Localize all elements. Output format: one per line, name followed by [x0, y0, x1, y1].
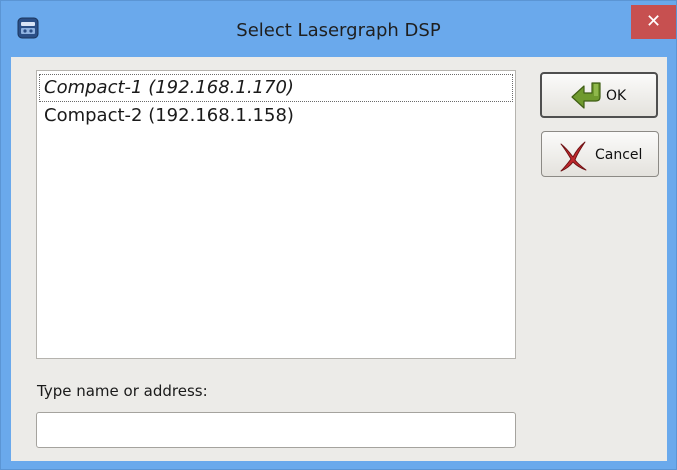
title-bar[interactable]: Select Lasergraph DSP ✕ [1, 1, 676, 57]
cancel-button[interactable]: Cancel [541, 131, 659, 177]
ok-button[interactable]: OK [540, 72, 658, 118]
close-button[interactable]: ✕ [631, 5, 676, 39]
list-item-device-2[interactable]: Compact-2 (192.168.1.158) [39, 102, 513, 130]
dialog-window: Select Lasergraph DSP ✕ Compact-1 (192.1… [0, 0, 677, 470]
address-field-label: Type name or address: [37, 382, 208, 400]
green-arrow-icon [570, 81, 606, 115]
ok-label: OK [606, 88, 627, 104]
dialog-body: Compact-1 (192.168.1.170) Compact-2 (192… [11, 57, 667, 461]
address-input[interactable] [36, 412, 516, 448]
device-list[interactable]: Compact-1 (192.168.1.170) Compact-2 (192… [36, 70, 516, 359]
window-title: Select Lasergraph DSP [236, 20, 441, 41]
list-item-device-1[interactable]: Compact-1 (192.168.1.170) [39, 74, 513, 102]
cancel-label: Cancel [595, 147, 643, 163]
red-x-icon [558, 140, 588, 176]
close-icon: ✕ [645, 11, 662, 32]
